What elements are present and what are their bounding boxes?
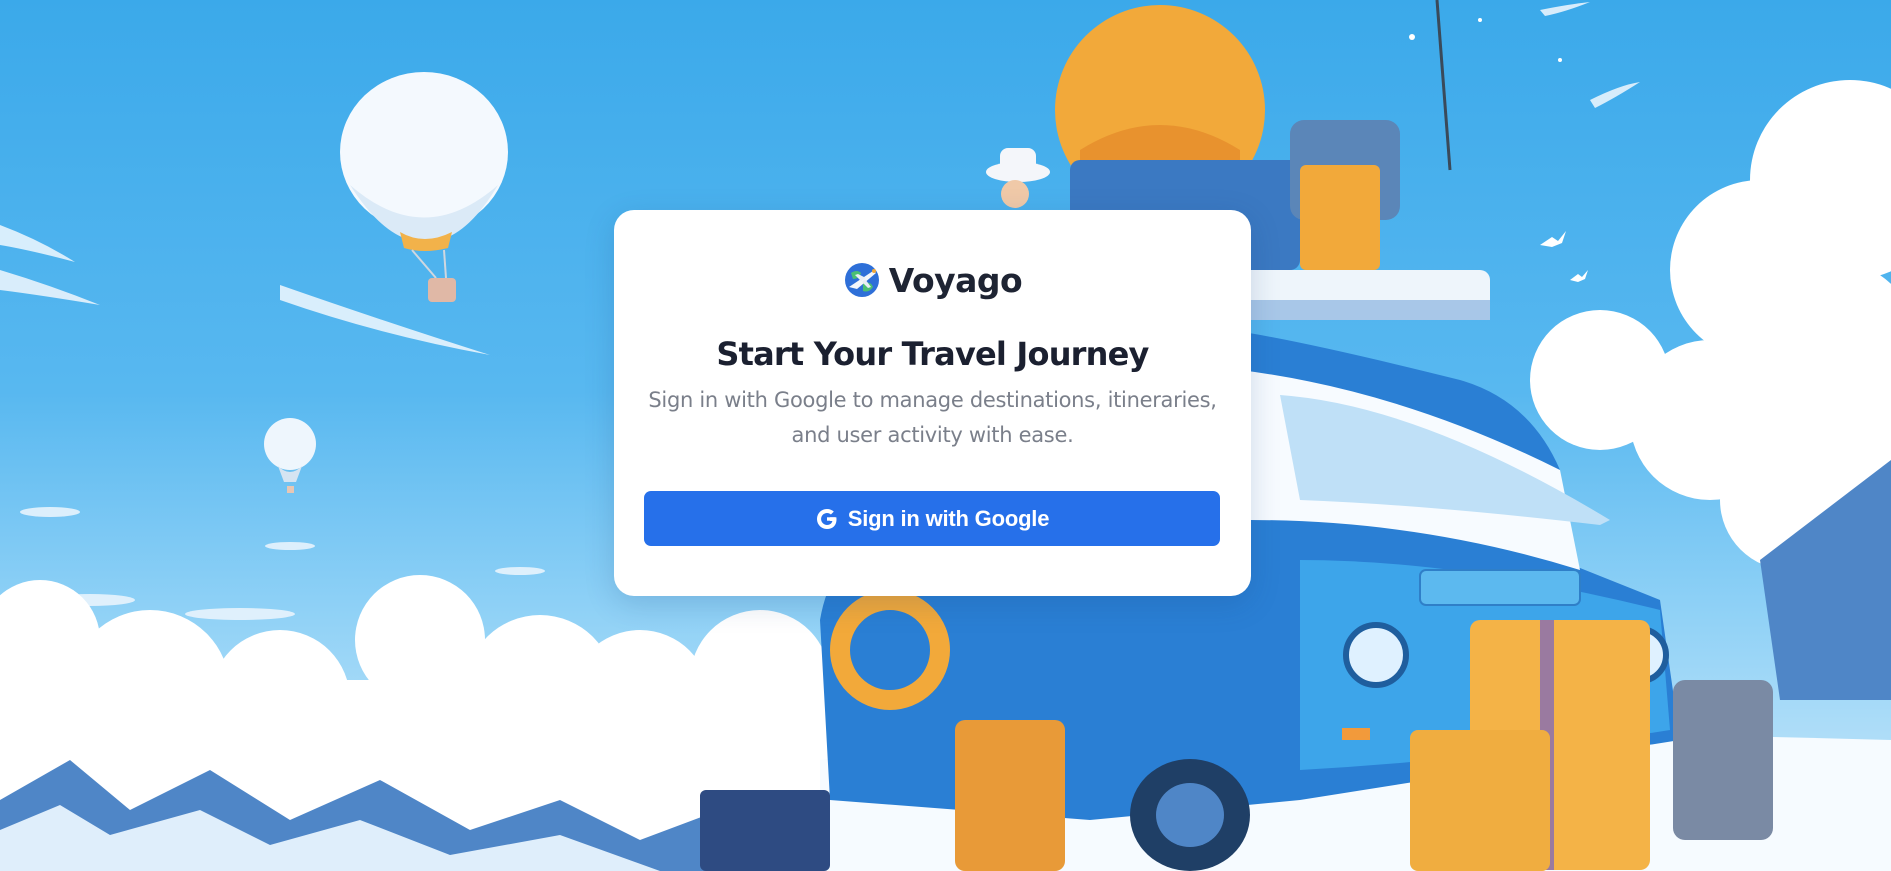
- google-g-icon: [815, 507, 839, 531]
- cloud-bank-right: [1530, 80, 1891, 570]
- brand-header: Voyago: [614, 258, 1251, 302]
- page-subtitle: Sign in with Google to manage destinatio…: [648, 388, 1217, 447]
- login-card: Voyago Start Your Travel Journey Sign in…: [614, 210, 1251, 596]
- hot-air-balloon-large: [340, 72, 508, 302]
- globe-airplane-icon: [843, 261, 881, 299]
- sign-in-button-label: Sign in with Google: [847, 505, 1050, 531]
- sign-in-with-google-button[interactable]: Sign in with Google: [644, 491, 1220, 546]
- brand-name: Voyago: [888, 260, 1023, 300]
- birds: [1409, 18, 1588, 282]
- hot-air-balloon-small: [264, 418, 316, 493]
- page-title: Start Your Travel Journey: [716, 335, 1149, 373]
